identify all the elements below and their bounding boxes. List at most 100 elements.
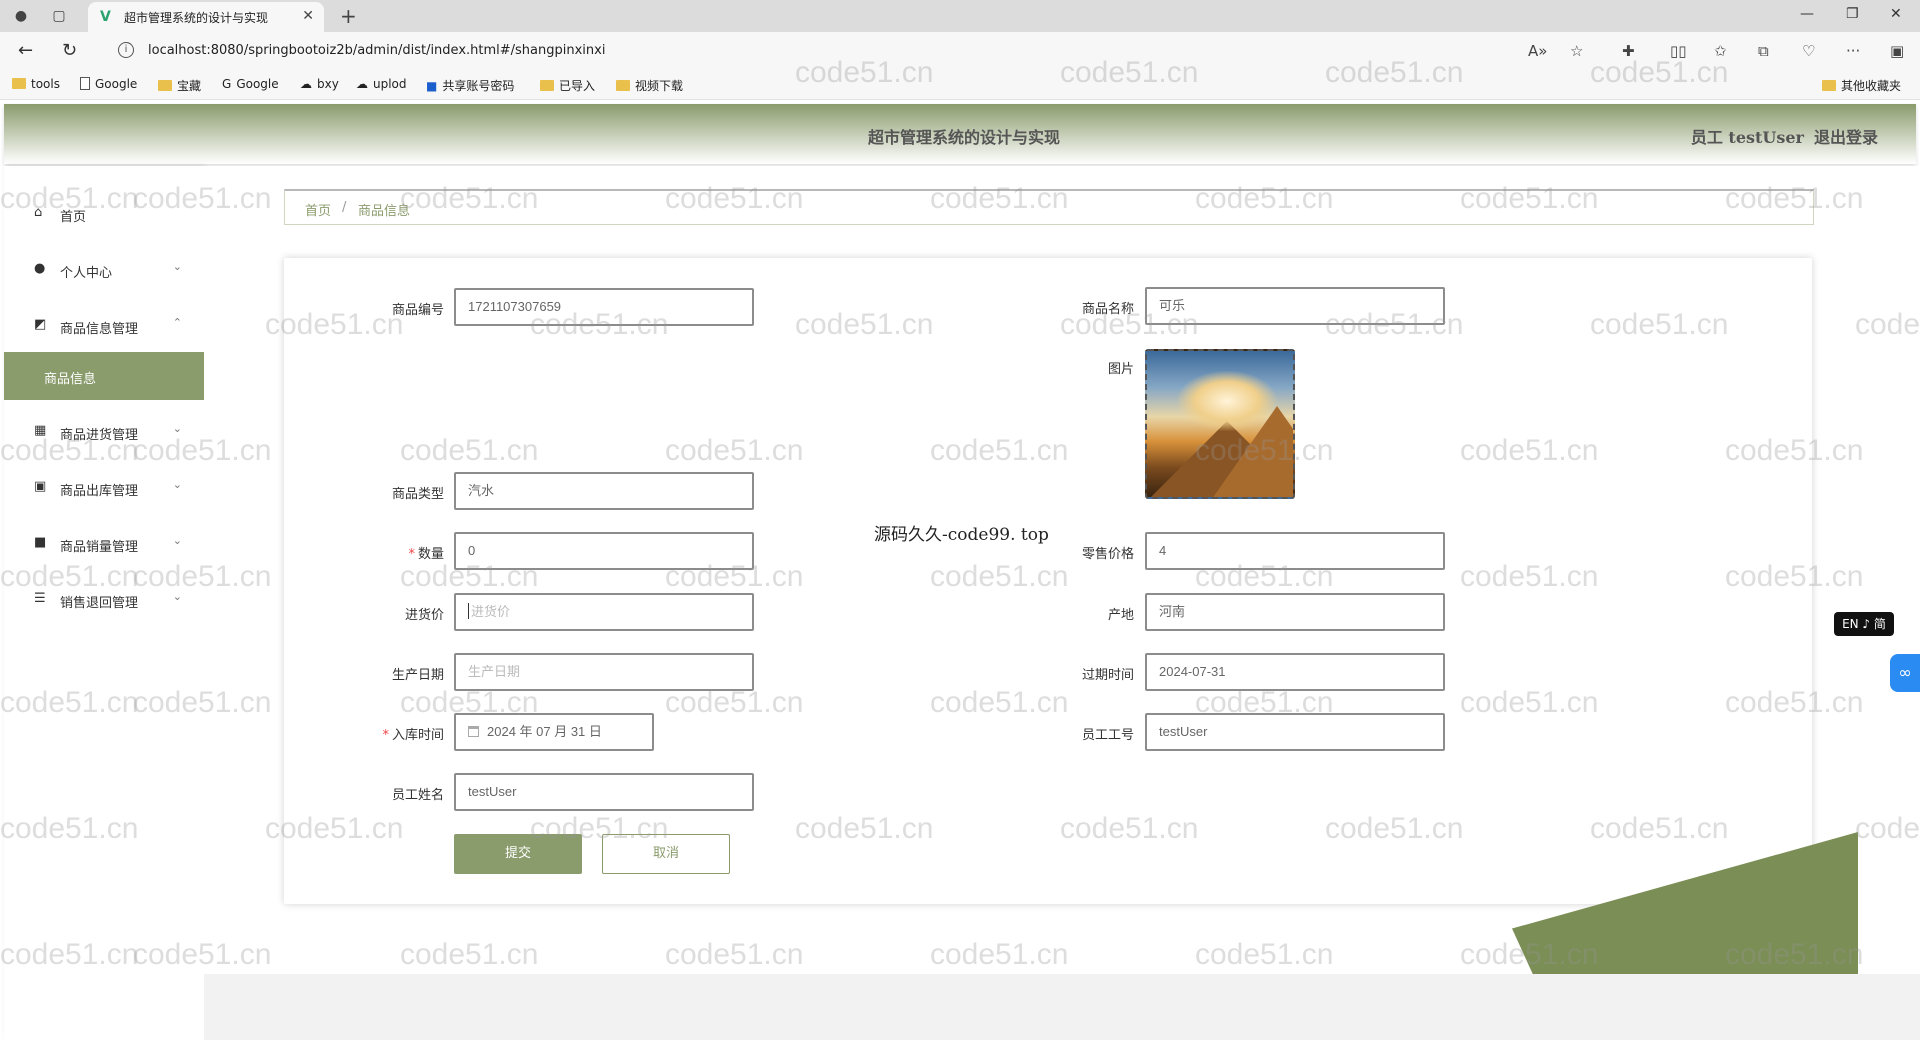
extensions-icon[interactable]: ✚	[1622, 42, 1635, 60]
origin-input[interactable]: 河南	[1145, 593, 1445, 631]
favorite-star-icon[interactable]: ☆	[1570, 42, 1583, 60]
browser-tab[interactable]: V 超市管理系统的设计与实现 ✕	[88, 2, 324, 32]
system-title: 超市管理系统的设计与实现	[867, 128, 1060, 147]
sidebar-item-label: 商品销量管理	[60, 540, 139, 555]
employee-no-input[interactable]: testUser	[1145, 713, 1445, 751]
cloud-icon: ☁	[356, 77, 368, 91]
sidebar-item-product-info[interactable]: 商品信息	[4, 352, 204, 400]
chevron-up-icon: ⌃	[172, 316, 182, 329]
bookmarks-bar: tools Google 宝藏 G Google ☁ bxy ☁ uplod ■ 共享账…	[0, 70, 1920, 100]
bookmark-google[interactable]: Google	[80, 77, 137, 91]
production-date-label: 生产日期	[391, 668, 444, 683]
name-label: 商品名称	[1081, 302, 1134, 317]
sidebar-item-outbound-management[interactable]: ▣ 商品出库管理 ⌄	[4, 468, 204, 508]
tab-title: 超市管理系统的设计与实现	[124, 11, 269, 25]
bookmark-bxy[interactable]: ☁ bxy	[300, 77, 339, 91]
purchase-price-input[interactable]: 进货价	[454, 593, 754, 631]
product-image-upload[interactable]	[1145, 349, 1295, 499]
logout-button[interactable]: 退出登录	[1814, 128, 1878, 147]
collections-icon[interactable]: ⧉	[1758, 42, 1769, 60]
breadcrumb-home[interactable]: 首页	[305, 200, 331, 219]
breadcrumb: 首页 / 商品信息	[284, 189, 1814, 225]
back-icon[interactable]: ←	[18, 40, 33, 61]
sidebar-item-personal-center[interactable]: ● 个人中心 ⌄	[4, 250, 204, 290]
product-name-input[interactable]: 可乐	[1145, 287, 1445, 325]
image-label: 图片	[1107, 362, 1134, 377]
clipboard-icon: ▣	[34, 479, 47, 494]
more-icon[interactable]: ···	[1846, 42, 1860, 60]
type-label: 商品类型	[391, 487, 444, 502]
purchase-price-label: 进货价	[404, 608, 444, 623]
video-icon: ■	[34, 535, 47, 550]
floating-assistant-icon[interactable]: ∞	[1890, 654, 1920, 692]
product-code-input[interactable]: 1721107307659	[454, 288, 754, 326]
sidebar-item-product-management[interactable]: ◩ 商品信息管理 ⌃	[4, 306, 204, 346]
chevron-down-icon: ⌄	[172, 422, 182, 435]
quantity-label: * 数量	[408, 547, 444, 562]
submit-button[interactable]: 提交	[454, 834, 582, 874]
expire-time-input[interactable]: 2024-07-31	[1145, 653, 1445, 691]
expire-time-label: 过期时间	[1081, 668, 1134, 683]
bookmark-tools[interactable]: tools	[12, 77, 60, 91]
user-icon: ●	[34, 261, 46, 276]
browser-essentials-icon[interactable]: ♡	[1802, 42, 1815, 60]
employee-no-label: 员工工号	[1081, 728, 1134, 743]
production-date-input[interactable]: 生产日期	[454, 653, 754, 691]
favorites-icon[interactable]: ✩	[1714, 42, 1727, 60]
split-screen-icon[interactable]: ▯▯	[1670, 42, 1687, 60]
vue-favicon-icon: V	[100, 9, 111, 25]
breadcrumb-current: 商品信息	[358, 204, 411, 219]
sidebar-item-label: 首页	[60, 210, 87, 225]
close-window-icon[interactable]: ✕	[1890, 6, 1902, 22]
code-label: 商品编号	[391, 303, 444, 318]
url-field[interactable]: localhost:8080/springbootoiz2b/admin/dis…	[148, 43, 605, 58]
bookmark-video-download[interactable]: 视频下载	[616, 77, 683, 94]
page-footer-area	[204, 974, 1920, 1040]
required-mark: *	[382, 728, 389, 743]
product-type-input[interactable]: 汽水	[454, 472, 754, 510]
sidebar-item-home[interactable]: ⌂ 首页	[4, 194, 204, 234]
profile-icon[interactable]: ●	[10, 6, 32, 26]
restore-icon[interactable]: ❐	[1846, 6, 1859, 22]
in-time-date-picker[interactable]: 2024 年 07 月 31 日	[454, 713, 654, 751]
sidebar-item-sales-management[interactable]: ■ 商品销量管理 ⌄	[4, 524, 204, 564]
sidebar-item-label: 商品出库管理	[60, 484, 139, 499]
language-badge[interactable]: EN ♪ 简	[1834, 612, 1894, 636]
breadcrumb-separator: /	[342, 200, 347, 215]
app-header: 超市管理系统的设计与实现 员工 testUser 退出登录	[4, 104, 1916, 164]
refresh-icon[interactable]: ↻	[62, 40, 77, 61]
folder-icon	[1822, 80, 1836, 91]
chart-icon: ◩	[34, 317, 47, 332]
origin-label: 产地	[1107, 608, 1134, 623]
folder-icon	[158, 80, 172, 91]
quantity-input[interactable]: 0	[454, 532, 754, 570]
close-tab-icon[interactable]: ✕	[302, 8, 314, 24]
in-time-label: * 入库时间	[382, 728, 444, 743]
tab-actions-icon[interactable]: ▢	[48, 6, 70, 26]
retail-price-input[interactable]: 4	[1145, 532, 1445, 570]
bookmark-uplod[interactable]: ☁ uplod	[356, 77, 407, 91]
bookmark-other-favorites[interactable]: 其他收藏夹	[1822, 77, 1901, 94]
bookmark-shared-accounts[interactable]: ■ 共享账号密码	[426, 77, 514, 94]
bookmark-imported[interactable]: 已导入	[540, 77, 595, 94]
text-caret	[468, 603, 469, 619]
retail-price-label: 零售价格	[1081, 547, 1134, 562]
sidebar-item-returns-management[interactable]: ☰ 销售退回管理 ⌄	[4, 580, 204, 620]
chevron-down-icon: ⌄	[172, 260, 182, 273]
chevron-down-icon: ⌄	[172, 534, 182, 547]
cloud-icon: ☁	[300, 77, 312, 91]
new-tab-icon[interactable]: +	[340, 4, 357, 28]
sidebar-item-label: 销售退回管理	[60, 596, 139, 611]
read-aloud-icon[interactable]: A»	[1528, 42, 1547, 60]
minimize-icon[interactable]: —	[1800, 6, 1814, 22]
browser-tab-bar: ● ▢ V 超市管理系统的设计与实现 ✕ + — ❐ ✕	[0, 0, 1920, 32]
employee-name-input[interactable]: testUser	[454, 773, 754, 811]
sidebar-toggle-icon[interactable]: ▣	[1890, 42, 1904, 60]
address-bar: ← ↻ i localhost:8080/springbootoiz2b/adm…	[0, 32, 1920, 70]
cancel-button[interactable]: 取消	[602, 834, 730, 874]
site-info-icon[interactable]: i	[118, 42, 134, 58]
bookmark-google-2[interactable]: G Google	[222, 77, 279, 91]
sidebar-item-purchase-management[interactable]: ▦ 商品进货管理 ⌄	[4, 412, 204, 452]
required-mark: *	[408, 547, 415, 562]
bookmark-baozang[interactable]: 宝藏	[158, 77, 201, 94]
